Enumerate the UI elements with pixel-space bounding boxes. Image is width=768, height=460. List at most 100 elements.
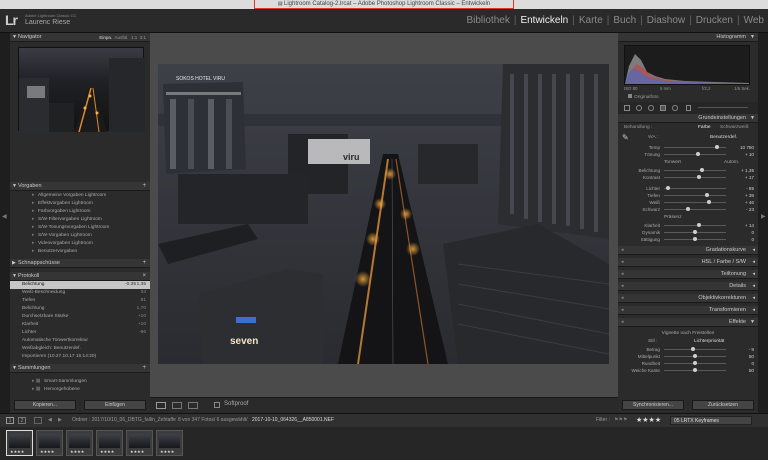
history-step[interactable]: Belichtung -0.35 1.35 bbox=[10, 281, 150, 289]
slider-track[interactable] bbox=[664, 225, 726, 226]
section-header[interactable]: ◂ Gradationskurve ◂ bbox=[618, 246, 758, 255]
slider-klarheit[interactable]: Klarheit + 14 bbox=[618, 222, 758, 229]
image-canvas[interactable]: SOKOS HOTEL VIRU viru seven bbox=[150, 33, 618, 397]
slider-track[interactable] bbox=[664, 349, 726, 350]
preset-folder[interactable]: ▸ S/W-Vorgaben Lightroom bbox=[10, 232, 150, 240]
histogram-graph[interactable] bbox=[624, 45, 750, 85]
preset-folder[interactable]: ▸ S/W-Tonungsvorgaben Lightroom bbox=[10, 224, 150, 232]
module-web[interactable]: Web bbox=[744, 15, 764, 26]
brush-icon[interactable] bbox=[686, 105, 691, 111]
expand-icon[interactable]: ▸ bbox=[32, 248, 34, 256]
snapshots-header[interactable]: ▶ Schnappschüsse + bbox=[10, 259, 150, 268]
module-bibliothek[interactable]: Bibliothek bbox=[466, 15, 509, 26]
grid-icon[interactable] bbox=[34, 417, 42, 424]
slider-rundheit[interactable]: Rundheit 0 bbox=[618, 360, 758, 367]
collapse-left-icon[interactable]: ◀ bbox=[2, 213, 7, 220]
softproof-checkbox[interactable] bbox=[214, 402, 220, 408]
module-diashow[interactable]: Diashow bbox=[647, 15, 685, 26]
expand-icon[interactable]: ▸ bbox=[32, 232, 34, 240]
slider-knob[interactable] bbox=[685, 207, 690, 211]
collection-set[interactable]: ▸ ▦ Smart-Sammlungen bbox=[10, 378, 150, 386]
expand-icon[interactable]: ▸ ▦ bbox=[32, 386, 40, 394]
slider-mittelpunkt[interactable]: Mittelpunkt 50 bbox=[618, 353, 758, 360]
slider-knob[interactable] bbox=[697, 223, 702, 227]
navigator-header[interactable]: ▼ Navigator Einpa. Ausfül. 1:1 3:1 bbox=[10, 33, 150, 42]
compare-view-icon[interactable] bbox=[172, 402, 182, 409]
slider-weiß[interactable]: Weiß + 46 bbox=[618, 199, 758, 206]
add-preset-icon[interactable]: + bbox=[142, 182, 146, 191]
filmstrip-thumbnail[interactable]: ★★★★ bbox=[126, 430, 153, 456]
filmstrip-thumbnail[interactable]: ★★★★ bbox=[6, 430, 33, 456]
slider-track[interactable] bbox=[664, 188, 726, 189]
history-step[interactable]: Importieren (10.27.10.17 15:14:20) bbox=[10, 353, 150, 361]
history-step[interactable]: Belichtung 1,70 bbox=[10, 305, 150, 313]
copy-button[interactable]: Kopieren... bbox=[14, 400, 76, 410]
panel-switch-icon[interactable]: ◂ bbox=[621, 282, 624, 291]
history-step[interactable]: Klarheit +10 bbox=[10, 321, 150, 329]
history-step[interactable]: Durchsetzbare Stärke +10 bbox=[10, 313, 150, 321]
slider-knob[interactable] bbox=[693, 230, 697, 234]
slider-betrag[interactable]: Betrag - 9 bbox=[618, 346, 758, 353]
expand-icon[interactable]: ▸ bbox=[32, 208, 34, 216]
history-step[interactable]: Tiefen 81 bbox=[10, 297, 150, 305]
slider-knob[interactable] bbox=[693, 361, 697, 365]
section-header[interactable]: ◂ Transformieren ◂ bbox=[618, 306, 758, 315]
preset-folder[interactable]: ▸ Effektvorgaben Lightroom bbox=[10, 200, 150, 208]
module-entwickeln[interactable]: Entwickeln bbox=[520, 15, 568, 26]
panel-switch-icon[interactable]: ◂ bbox=[621, 258, 624, 267]
section-header[interactable]: ◂ Teiltonung ◂ bbox=[618, 270, 758, 279]
collapse-right-icon[interactable]: ▶ bbox=[761, 213, 766, 220]
navigator-zoom-options[interactable]: Einpa. Ausfül. 1:1 3:1 bbox=[99, 33, 146, 42]
filmstrip-thumbnail[interactable]: ★★★★ bbox=[96, 430, 123, 456]
wb-eyedropper-icon[interactable]: ✎ bbox=[622, 132, 629, 144]
rating-filter[interactable]: ★★★★ bbox=[636, 414, 661, 427]
folder-path[interactable]: Ordner : 2017/10/10_06_DBTG_fallin_Zehta… bbox=[72, 414, 176, 427]
history-step[interactable]: Lichter -86 bbox=[10, 329, 150, 337]
module-buch[interactable]: Buch bbox=[613, 15, 636, 26]
slider-knob[interactable] bbox=[705, 193, 710, 197]
treatment-bw[interactable]: Schwarzweiß bbox=[720, 123, 749, 132]
basic-header[interactable]: Grundeinstellungen ▼ bbox=[618, 114, 758, 123]
filter-preset-select[interactable]: 05 LRTX Keyframes bbox=[670, 416, 752, 425]
panel-switch-icon[interactable]: ◂ bbox=[621, 306, 624, 315]
slider-tiefen[interactable]: Tiefen + 39 bbox=[618, 192, 758, 199]
spot-removal-icon[interactable] bbox=[636, 105, 642, 111]
slider-track[interactable] bbox=[664, 195, 726, 196]
slider-sättigung[interactable]: Sättigung 0 bbox=[618, 236, 758, 243]
panel-switch-icon[interactable]: ◂ bbox=[621, 246, 624, 255]
expand-icon[interactable]: ▸ bbox=[32, 200, 34, 208]
preset-folder[interactable]: ▸ S/W-Filtervorgaben Lightroom bbox=[10, 216, 150, 224]
photo-preview[interactable]: SOKOS HOTEL VIRU viru seven bbox=[158, 64, 609, 364]
expand-icon[interactable]: ▸ ▦ bbox=[32, 378, 40, 386]
wb-select[interactable]: Benutzerdef. bbox=[710, 132, 737, 144]
slider-lichter[interactable]: Lichter - 85 bbox=[618, 185, 758, 192]
add-collection-icon[interactable]: + bbox=[142, 364, 146, 373]
histogram-header[interactable]: Histogramm ▼ bbox=[618, 33, 758, 42]
forward-icon[interactable]: ▶ bbox=[58, 414, 62, 427]
auto-tone-button[interactable]: Autom. bbox=[724, 158, 739, 167]
slider-knob[interactable] bbox=[693, 354, 697, 358]
section-header[interactable]: ◂ Effekte ▼ bbox=[618, 318, 758, 327]
section-header[interactable]: ◂ HSL / Farbe / S/W ◂ bbox=[618, 258, 758, 267]
slider-knob[interactable] bbox=[700, 168, 705, 172]
history-step[interactable]: Weiß-Beschneidung 34 bbox=[10, 289, 150, 297]
module-drucken[interactable]: Drucken bbox=[696, 15, 733, 26]
expand-icon[interactable]: ▸ bbox=[32, 240, 34, 248]
slider-knob[interactable] bbox=[690, 347, 695, 351]
slider-kontrast[interactable]: Kontrast + 17 bbox=[618, 174, 758, 181]
grid-view-icon[interactable] bbox=[188, 402, 198, 409]
radial-filter-icon[interactable] bbox=[672, 105, 678, 111]
slider-temp[interactable]: Temp 10 750 bbox=[618, 144, 758, 151]
slider-track[interactable] bbox=[664, 202, 726, 203]
history-step[interactable]: Automatische Tonwertkorrektur bbox=[10, 337, 150, 345]
slider-knob[interactable] bbox=[696, 152, 701, 156]
panel-switch-icon[interactable]: ◂ bbox=[621, 318, 624, 327]
history-step[interactable]: Weißabgleich: Benutzerdef. bbox=[10, 345, 150, 353]
red-eye-icon[interactable] bbox=[648, 105, 654, 111]
vignette-style-select[interactable]: Lichterpriorität bbox=[694, 338, 724, 346]
panel-switch-icon[interactable]: ◂ bbox=[621, 294, 624, 303]
expand-icon[interactable]: ▸ bbox=[32, 224, 34, 232]
slider-track[interactable] bbox=[664, 177, 726, 178]
right-panel-edge[interactable]: ▶ bbox=[758, 33, 768, 413]
filmstrip-thumbnail[interactable]: ★★★★ bbox=[66, 430, 93, 456]
